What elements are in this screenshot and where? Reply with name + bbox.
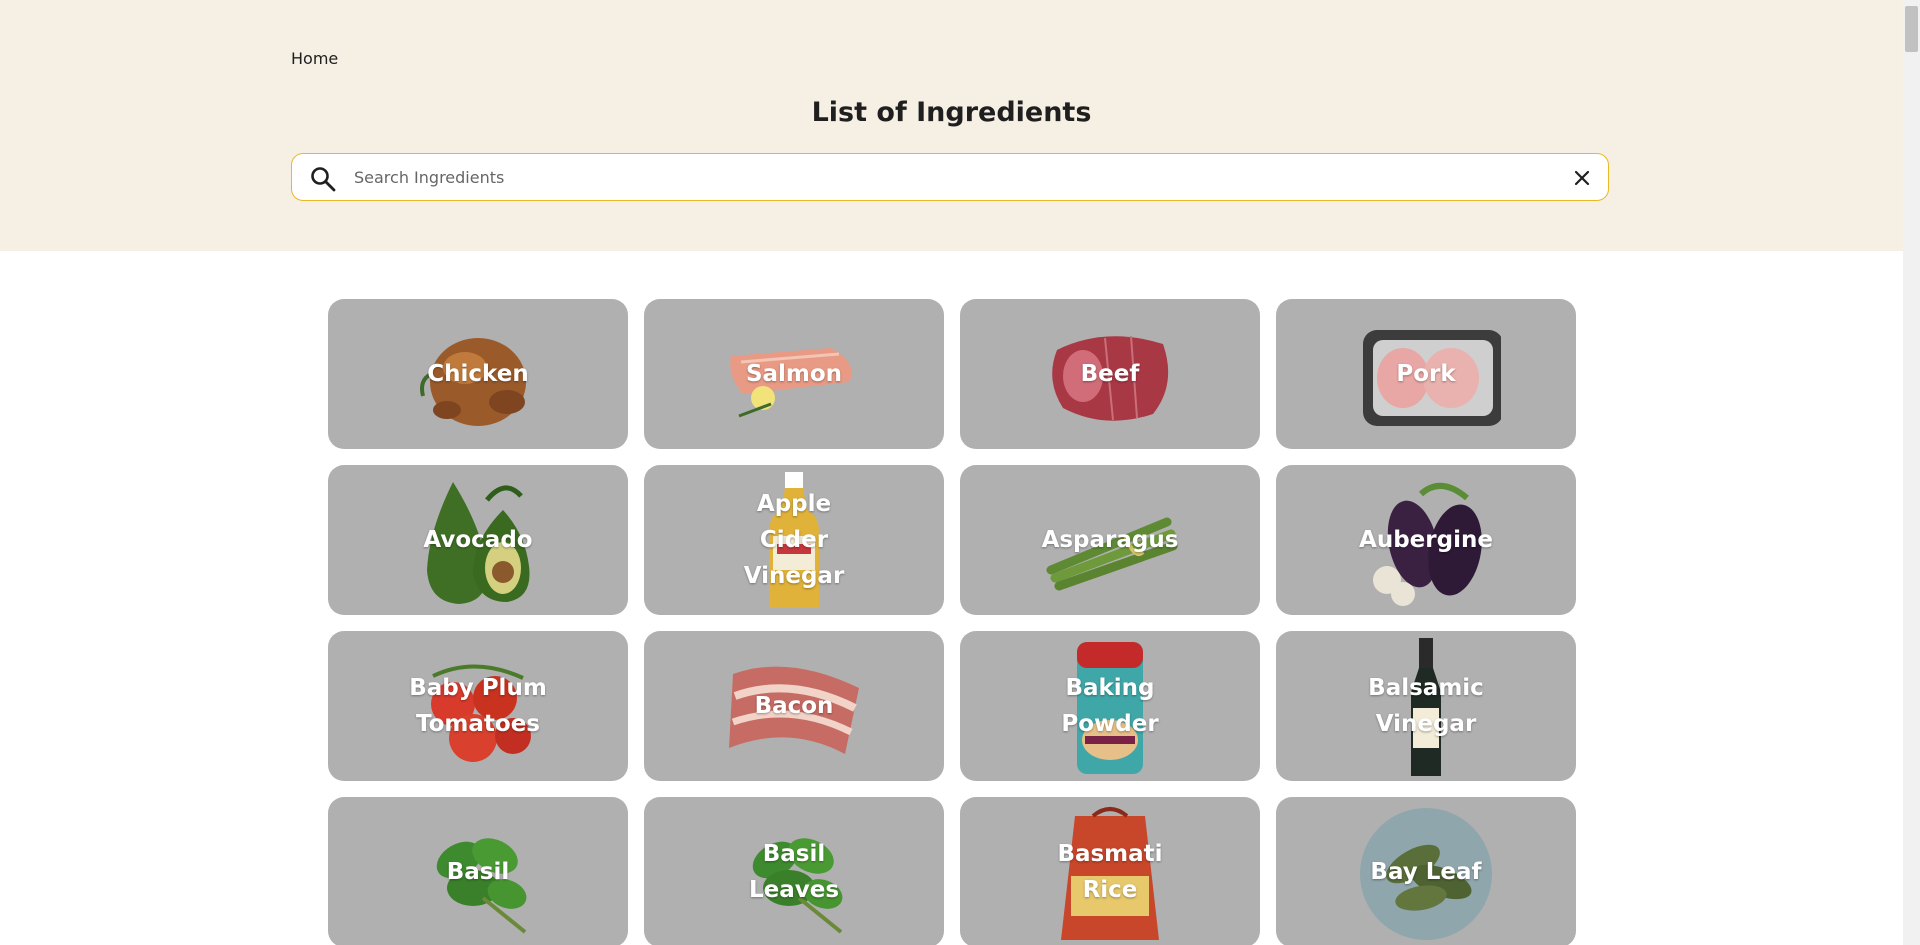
ingredient-card[interactable]: Chicken: [328, 299, 628, 449]
page-title: List of Ingredients: [811, 97, 1092, 128]
ingredient-card[interactable]: Bay Leaf: [1276, 797, 1576, 945]
page: Home List of Ingredients Chicken: [0, 0, 1903, 945]
ingredient-card[interactable]: Baking Powder: [960, 631, 1260, 781]
ingredient-name: Apple Cider Vinegar: [743, 491, 845, 589]
ingredient-name: Basil: [446, 859, 510, 885]
scrollbar-thumb[interactable]: [1905, 6, 1918, 52]
ingredient-card[interactable]: Bacon: [644, 631, 944, 781]
ingredient-name: Basmati Rice: [1057, 841, 1163, 903]
page-header: Home List of Ingredients: [0, 0, 1903, 251]
ingredient-name: Avocado: [423, 527, 533, 553]
ingredient-name: Baby Plum Tomatoes: [409, 675, 547, 737]
ingredient-name: Aubergine: [1359, 527, 1493, 553]
ingredient-card[interactable]: Basil Leaves: [644, 797, 944, 945]
ingredient-card[interactable]: Beef: [960, 299, 1260, 449]
ingredient-card[interactable]: Basmati Rice: [960, 797, 1260, 945]
ingredient-name: Bacon: [754, 693, 834, 719]
breadcrumb-home-link[interactable]: Home: [291, 48, 338, 70]
ingredient-name: Pork: [1396, 361, 1456, 387]
ingredient-name: Basil Leaves: [748, 841, 840, 903]
close-icon[interactable]: [1572, 168, 1592, 188]
ingredient-name: Baking Powder: [1061, 675, 1159, 737]
ingredient-card[interactable]: Salmon: [644, 299, 944, 449]
page-scrollbar[interactable]: [1903, 0, 1920, 945]
ingredient-card[interactable]: Apple Cider Vinegar: [644, 465, 944, 615]
ingredient-name: Beef: [1080, 361, 1140, 387]
ingredient-card[interactable]: Avocado: [328, 465, 628, 615]
search-bar: [291, 153, 1609, 201]
ingredient-name: Balsamic Vinegar: [1368, 675, 1484, 737]
ingredient-card[interactable]: Aubergine: [1276, 465, 1576, 615]
search-input[interactable]: [354, 160, 1534, 194]
search-icon[interactable]: [310, 166, 336, 192]
ingredient-card[interactable]: Asparagus: [960, 465, 1260, 615]
ingredient-card[interactable]: Basil: [328, 797, 628, 945]
ingredient-name: Asparagus: [1041, 527, 1179, 553]
ingredient-name: Salmon: [745, 361, 843, 387]
ingredient-name: Chicken: [427, 361, 529, 387]
ingredient-card[interactable]: Pork: [1276, 299, 1576, 449]
ingredient-name: Bay Leaf: [1370, 859, 1482, 885]
ingredient-card[interactable]: Balsamic Vinegar: [1276, 631, 1576, 781]
ingredient-card[interactable]: Baby Plum Tomatoes: [328, 631, 628, 781]
ingredient-grid: Chicken Salmon Beef Pork Avocado Apple C…: [328, 299, 1576, 945]
